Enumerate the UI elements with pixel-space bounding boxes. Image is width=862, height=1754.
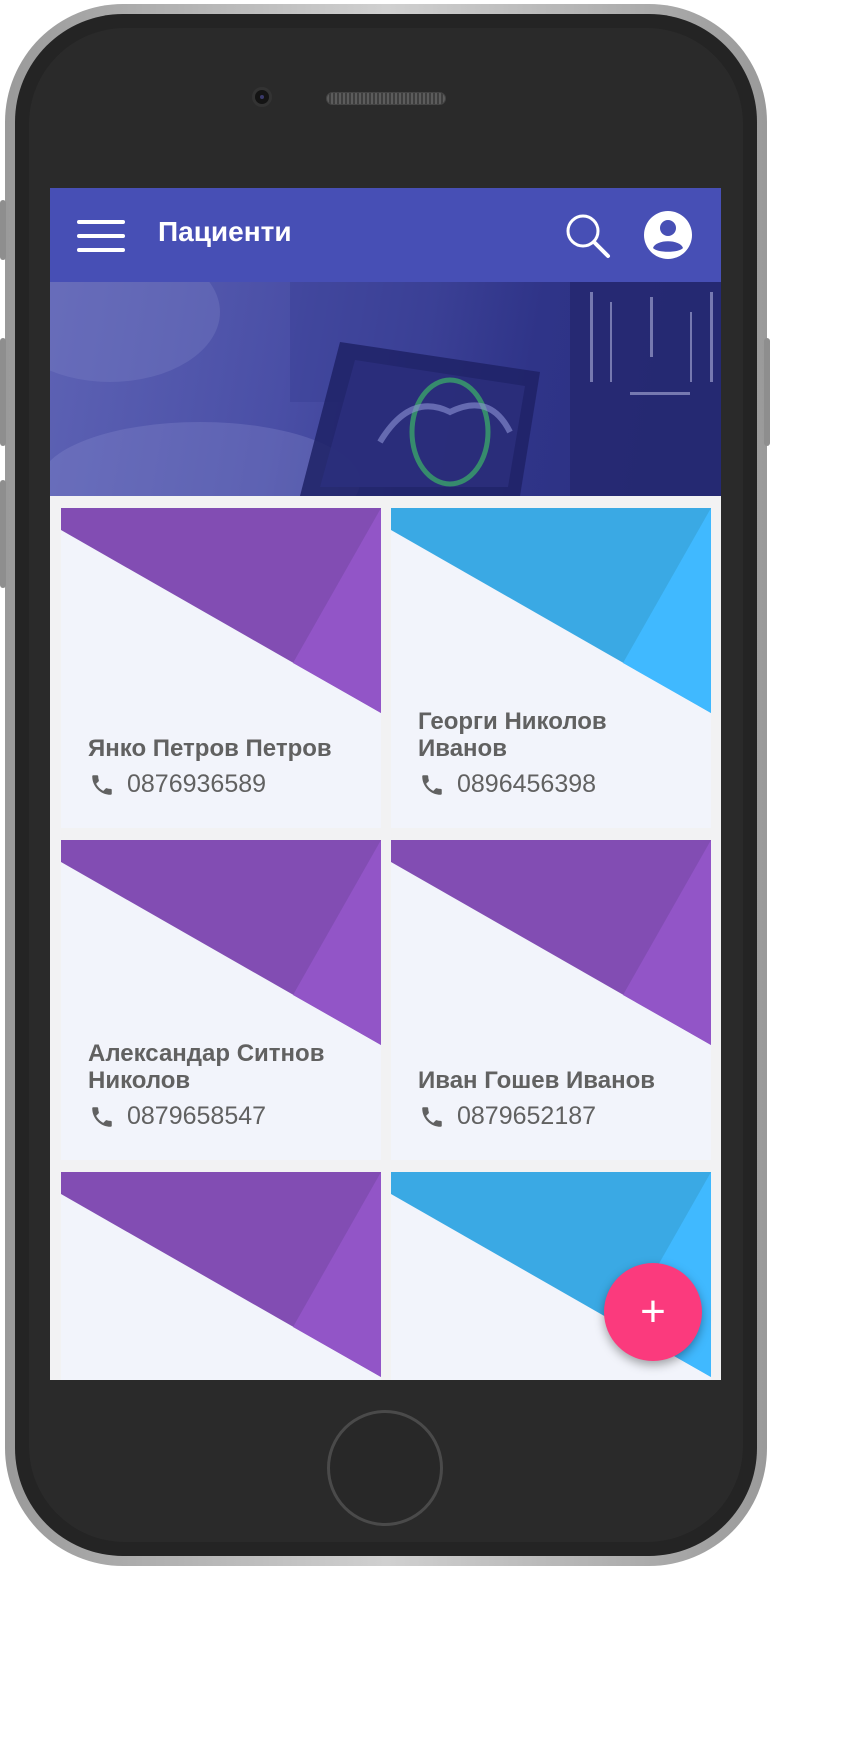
patient-name: Александар Ситнов Николов — [88, 1040, 325, 1094]
patient-name: Янко Петров Петров — [88, 735, 332, 762]
card-decoration-image — [61, 1172, 381, 1377]
patient-phone-row: 0879652187 — [419, 1102, 596, 1131]
phone-icon — [92, 1106, 112, 1127]
patient-phone-number: 0876936589 — [127, 770, 267, 798]
header-banner-image — [50, 282, 721, 496]
add-patient-button[interactable]: + — [604, 1263, 702, 1361]
plus-icon: + — [640, 1287, 666, 1336]
app-bar: Пациенти — [50, 188, 721, 282]
search-icon[interactable] — [564, 212, 612, 260]
phone-mute-switch — [0, 200, 6, 260]
app-screen: Пациенти Янко Петров Петров 0876936589 Г… — [50, 188, 721, 1380]
account-circle-icon[interactable] — [644, 211, 692, 259]
patient-card[interactable]: Георги Николов Иванов 0896456398 — [391, 508, 711, 828]
earpiece-speaker — [326, 92, 446, 105]
phone-icon — [92, 774, 112, 795]
phone-volume-up-button — [0, 338, 6, 446]
patient-name: Иван Гошев Иванов — [418, 1067, 655, 1094]
patient-phone-number: 0879652187 — [457, 1102, 597, 1130]
phone-volume-down-button — [0, 480, 6, 588]
phone-power-button — [764, 338, 770, 446]
page-title: Пациенти — [158, 216, 292, 247]
patient-card[interactable]: Янко Петров Петров 0876936589 — [61, 508, 381, 828]
patient-phone-number: 0896456398 — [457, 770, 597, 798]
patient-phone-row: 0896456398 — [419, 770, 596, 799]
home-button[interactable] — [327, 1410, 443, 1526]
patient-phone-row: 0876936589 — [89, 770, 266, 799]
patient-phone-row: 0879658547 — [89, 1102, 266, 1131]
patient-card[interactable] — [61, 1172, 381, 1380]
front-camera — [252, 87, 272, 107]
patient-phone-number: 0879658547 — [127, 1102, 267, 1130]
phone-icon — [422, 1106, 442, 1127]
patient-card[interactable]: Иван Гошев Иванов 0879652187 — [391, 840, 711, 1160]
hamburger-menu-icon[interactable] — [77, 220, 125, 252]
patient-name: Георги Николов Иванов — [418, 708, 607, 762]
patient-card[interactable]: Александар Ситнов Николов 0879658547 — [61, 840, 381, 1160]
phone-icon — [422, 774, 442, 795]
